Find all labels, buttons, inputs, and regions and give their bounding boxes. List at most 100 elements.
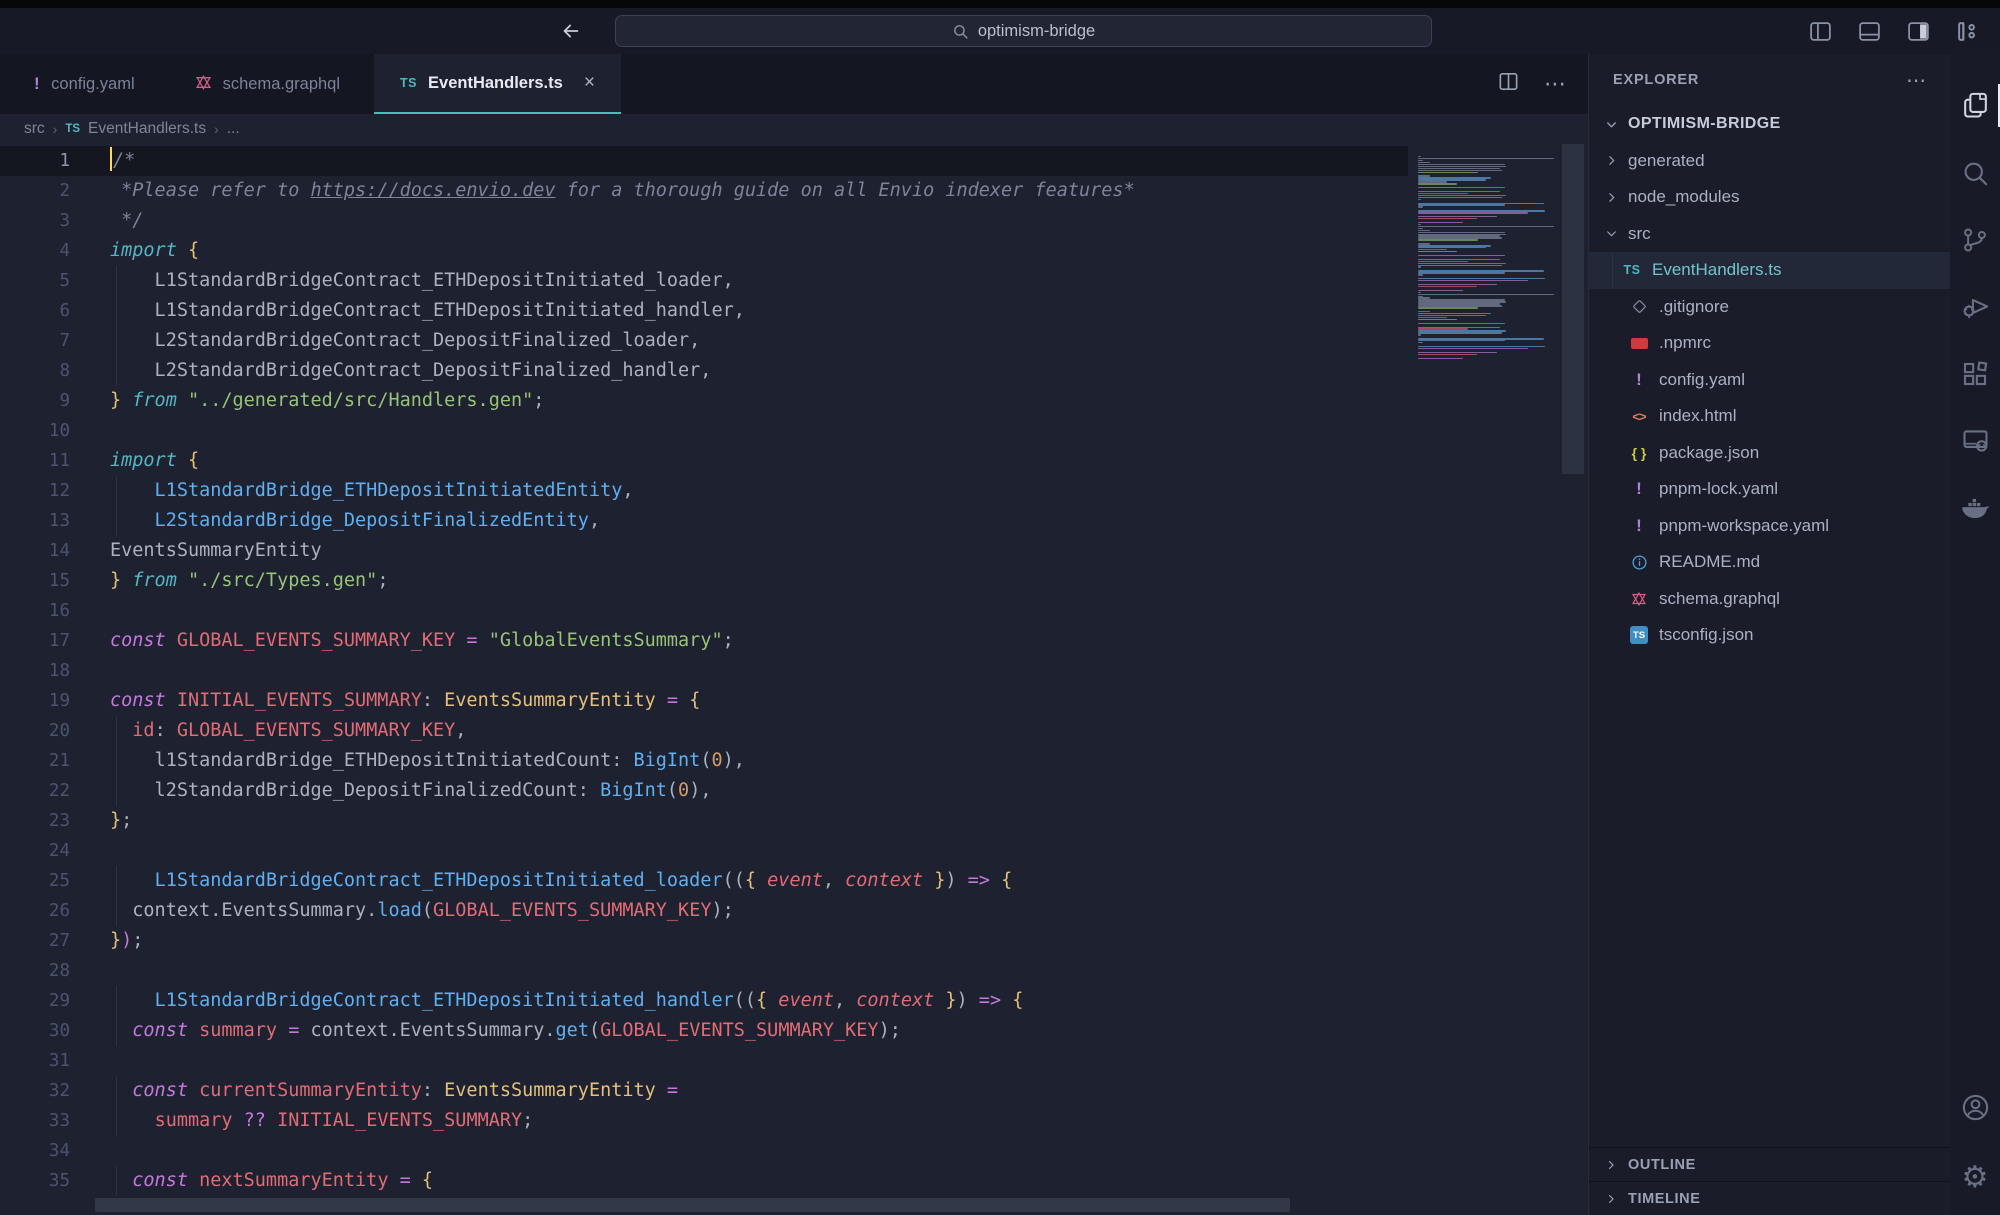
code-line[interactable]: 5 L1StandardBridgeContract_ETHDepositIni… bbox=[0, 266, 1588, 296]
line-number: 35 bbox=[0, 1166, 70, 1196]
tree-item-pnpm-workspace-yaml[interactable]: !pnpm-workspace.yaml bbox=[1589, 508, 1950, 545]
tree-item-tsconfig-json[interactable]: TStsconfig.json bbox=[1589, 617, 1950, 654]
code-line[interactable]: 2 *Please refer to https://docs.envio.de… bbox=[0, 176, 1588, 206]
code-line[interactable]: 19const INITIAL_EVENTS_SUMMARY: EventsSu… bbox=[0, 686, 1588, 716]
remote-explorer-icon[interactable] bbox=[1950, 407, 2000, 474]
tree-item-node-modules[interactable]: node_modules bbox=[1589, 179, 1950, 216]
code-line[interactable]: 25 L1StandardBridgeContract_ETHDepositIn… bbox=[0, 866, 1588, 896]
docker-icon[interactable] bbox=[1950, 474, 2000, 541]
split-editor-icon[interactable] bbox=[1497, 70, 1520, 98]
code-line[interactable]: 22 l2StandardBridge_DepositFinalizedCoun… bbox=[0, 776, 1588, 806]
line-number: 25 bbox=[0, 866, 70, 896]
tree-item-src[interactable]: src bbox=[1589, 216, 1950, 253]
line-number: 18 bbox=[0, 656, 70, 686]
tree-item-generated[interactable]: generated bbox=[1589, 143, 1950, 180]
explorer-more-actions-icon[interactable]: ⋯ bbox=[1906, 68, 1928, 93]
tree-item--gitignore[interactable]: .gitignore bbox=[1589, 289, 1950, 326]
code-line[interactable]: 17const GLOBAL_EVENTS_SUMMARY_KEY = "Glo… bbox=[0, 626, 1588, 656]
tree-item-label: .npmrc bbox=[1659, 333, 1711, 353]
tab-eventhandlers-ts[interactable]: TS EventHandlers.ts × bbox=[374, 54, 621, 114]
code-line[interactable]: 35 const nextSummaryEntity = { bbox=[0, 1166, 1588, 1196]
vertical-scrollbar[interactable] bbox=[1562, 144, 1584, 474]
code-line[interactable]: 27}); bbox=[0, 926, 1588, 956]
code-text: L2StandardBridge_DepositFinalizedEntity, bbox=[110, 506, 600, 536]
more-actions-icon[interactable]: ⋯ bbox=[1544, 71, 1568, 97]
tree-item-schema-graphql[interactable]: schema.graphql bbox=[1589, 581, 1950, 618]
search-icon[interactable] bbox=[1950, 139, 2000, 206]
tree-item--npmrc[interactable]: .npmrc bbox=[1589, 325, 1950, 362]
line-number: 31 bbox=[0, 1046, 70, 1076]
tree-item-package-json[interactable]: { }package.json bbox=[1589, 435, 1950, 472]
code-line[interactable]: 30 const summary = context.EventsSummary… bbox=[0, 1016, 1588, 1046]
command-center-search[interactable]: optimism-bridge bbox=[615, 15, 1432, 47]
accounts-icon[interactable] bbox=[1950, 1074, 2000, 1141]
toggle-primary-sidebar-icon[interactable] bbox=[1805, 16, 1835, 46]
minimap[interactable] bbox=[1418, 156, 1556, 359]
chevron-right-icon bbox=[1603, 1193, 1619, 1205]
extensions-icon[interactable] bbox=[1950, 340, 2000, 407]
code-line[interactable]: 33 summary ?? INITIAL_EVENTS_SUMMARY; bbox=[0, 1106, 1588, 1136]
code-line[interactable]: 14EventsSummaryEntity bbox=[0, 536, 1588, 566]
code-line[interactable]: 6 L1StandardBridgeContract_ETHDepositIni… bbox=[0, 296, 1588, 326]
line-number: 14 bbox=[0, 536, 70, 566]
code-line[interactable]: 4import { bbox=[0, 236, 1588, 266]
code-line[interactable]: 32 const currentSummaryEntity: EventsSum… bbox=[0, 1076, 1588, 1106]
code-line[interactable]: 20 id: GLOBAL_EVENTS_SUMMARY_KEY, bbox=[0, 716, 1588, 746]
settings-gear-icon[interactable]: ⚙ bbox=[1950, 1141, 2000, 1215]
tree-item-config-yaml[interactable]: !config.yaml bbox=[1589, 362, 1950, 399]
code-line[interactable]: 1/* bbox=[0, 146, 1588, 176]
line-number: 4 bbox=[0, 236, 70, 266]
tab-schema-graphql[interactable]: schema.graphql bbox=[169, 54, 366, 114]
yaml-warning-icon: ! bbox=[1628, 516, 1650, 536]
code-line[interactable]: 29 L1StandardBridgeContract_ETHDepositIn… bbox=[0, 986, 1588, 1016]
code-line[interactable]: 8 L2StandardBridgeContract_DepositFinali… bbox=[0, 356, 1588, 386]
horizontal-scrollbar[interactable] bbox=[95, 1198, 1290, 1212]
code-line[interactable]: 34 bbox=[0, 1136, 1588, 1166]
tree-item-index-html[interactable]: <>index.html bbox=[1589, 398, 1950, 435]
code-line[interactable]: 26 context.EventsSummary.load(GLOBAL_EVE… bbox=[0, 896, 1588, 926]
title-bar: optimism-bridge bbox=[0, 8, 2000, 54]
tree-root-optimism-bridge[interactable]: OPTIMISM-BRIDGE bbox=[1589, 106, 1950, 143]
line-number: 26 bbox=[0, 896, 70, 926]
code-text: L1StandardBridge_ETHDepositInitiatedEnti… bbox=[110, 476, 634, 506]
code-line[interactable]: 9} from "../generated/src/Handlers.gen"; bbox=[0, 386, 1588, 416]
line-number: 16 bbox=[0, 596, 70, 626]
code-text: const summary = context.EventsSummary.ge… bbox=[110, 1016, 901, 1046]
breadcrumb: src › TS EventHandlers.ts › ... bbox=[0, 114, 1588, 144]
run-and-debug-icon[interactable] bbox=[1950, 273, 2000, 340]
code-line[interactable]: 23}; bbox=[0, 806, 1588, 836]
tree-item-readme-md[interactable]: README.md bbox=[1589, 544, 1950, 581]
source-control-icon[interactable] bbox=[1950, 206, 2000, 273]
toggle-secondary-sidebar-icon[interactable] bbox=[1903, 16, 1933, 46]
back-arrow-icon[interactable] bbox=[556, 16, 586, 46]
code-line[interactable]: 12 L1StandardBridge_ETHDepositInitiatedE… bbox=[0, 476, 1588, 506]
code-line[interactable]: 15} from "./src/Types.gen"; bbox=[0, 566, 1588, 596]
code-line[interactable]: 21 l1StandardBridge_ETHDepositInitiatedC… bbox=[0, 746, 1588, 776]
code-editor[interactable]: 1/*2 *Please refer to https://docs.envio… bbox=[0, 144, 1588, 1215]
code-line[interactable]: 3 */ bbox=[0, 206, 1588, 236]
code-line[interactable]: 16 bbox=[0, 596, 1588, 626]
code-line[interactable]: 13 L2StandardBridge_DepositFinalizedEnti… bbox=[0, 506, 1588, 536]
code-line[interactable]: 31 bbox=[0, 1046, 1588, 1076]
code-line[interactable]: 18 bbox=[0, 656, 1588, 686]
code-line[interactable]: 11import { bbox=[0, 446, 1588, 476]
breadcrumb-symbol[interactable]: ... bbox=[227, 120, 240, 138]
code-line[interactable]: 24 bbox=[0, 836, 1588, 866]
code-line[interactable]: 10 bbox=[0, 416, 1588, 446]
breadcrumb-file[interactable]: EventHandlers.ts bbox=[88, 120, 206, 138]
tree-item-eventhandlers-ts[interactable]: TSEventHandlers.ts bbox=[1589, 252, 1950, 289]
toggle-panel-icon[interactable] bbox=[1854, 16, 1884, 46]
tree-item-pnpm-lock-yaml[interactable]: !pnpm-lock.yaml bbox=[1589, 471, 1950, 508]
code-line[interactable]: 7 L2StandardBridgeContract_DepositFinali… bbox=[0, 326, 1588, 356]
vscode-window: optimism-bridge ! config.yaml bbox=[0, 0, 2000, 1215]
customize-layout-icon[interactable] bbox=[1952, 16, 1982, 46]
close-icon[interactable]: × bbox=[584, 72, 595, 94]
code-line[interactable]: 28 bbox=[0, 956, 1588, 986]
timeline-section[interactable]: TIMELINE bbox=[1589, 1181, 1950, 1215]
code-text: l2StandardBridge_DepositFinalizedCount: … bbox=[110, 776, 711, 806]
tab-config-yaml[interactable]: ! config.yaml bbox=[8, 54, 161, 114]
typescript-icon: TS bbox=[400, 76, 417, 90]
breadcrumb-src[interactable]: src bbox=[24, 120, 45, 138]
explorer-icon[interactable] bbox=[1950, 72, 2000, 139]
outline-section[interactable]: OUTLINE bbox=[1589, 1147, 1950, 1181]
